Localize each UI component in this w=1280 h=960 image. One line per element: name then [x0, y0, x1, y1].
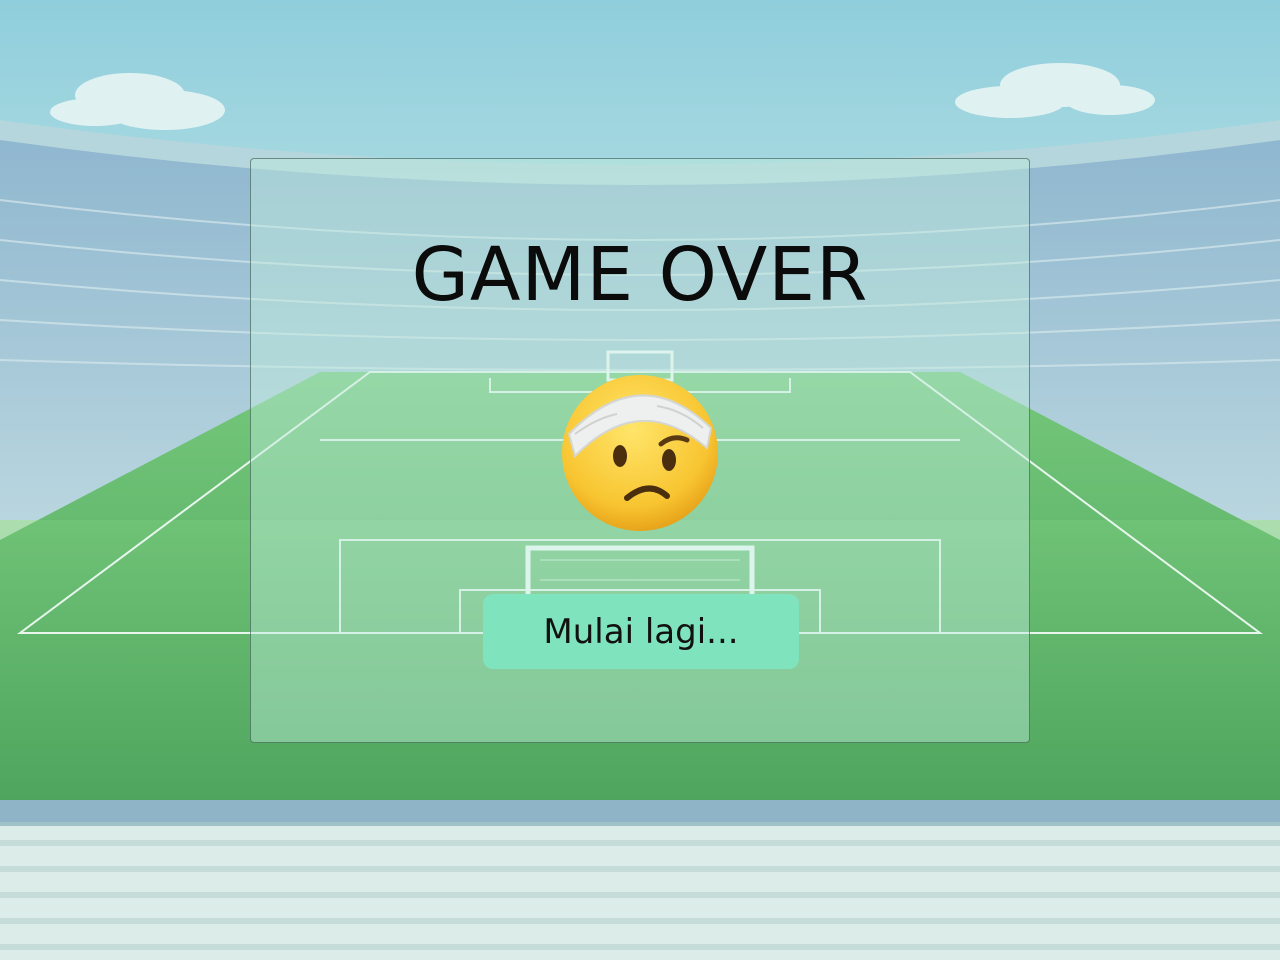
- game-over-title: GAME OVER: [411, 232, 869, 318]
- restart-button[interactable]: Mulai lagi...: [483, 594, 799, 669]
- restart-button-label: Mulai lagi...: [543, 611, 739, 652]
- face-with-head-bandage-icon: [557, 370, 723, 536]
